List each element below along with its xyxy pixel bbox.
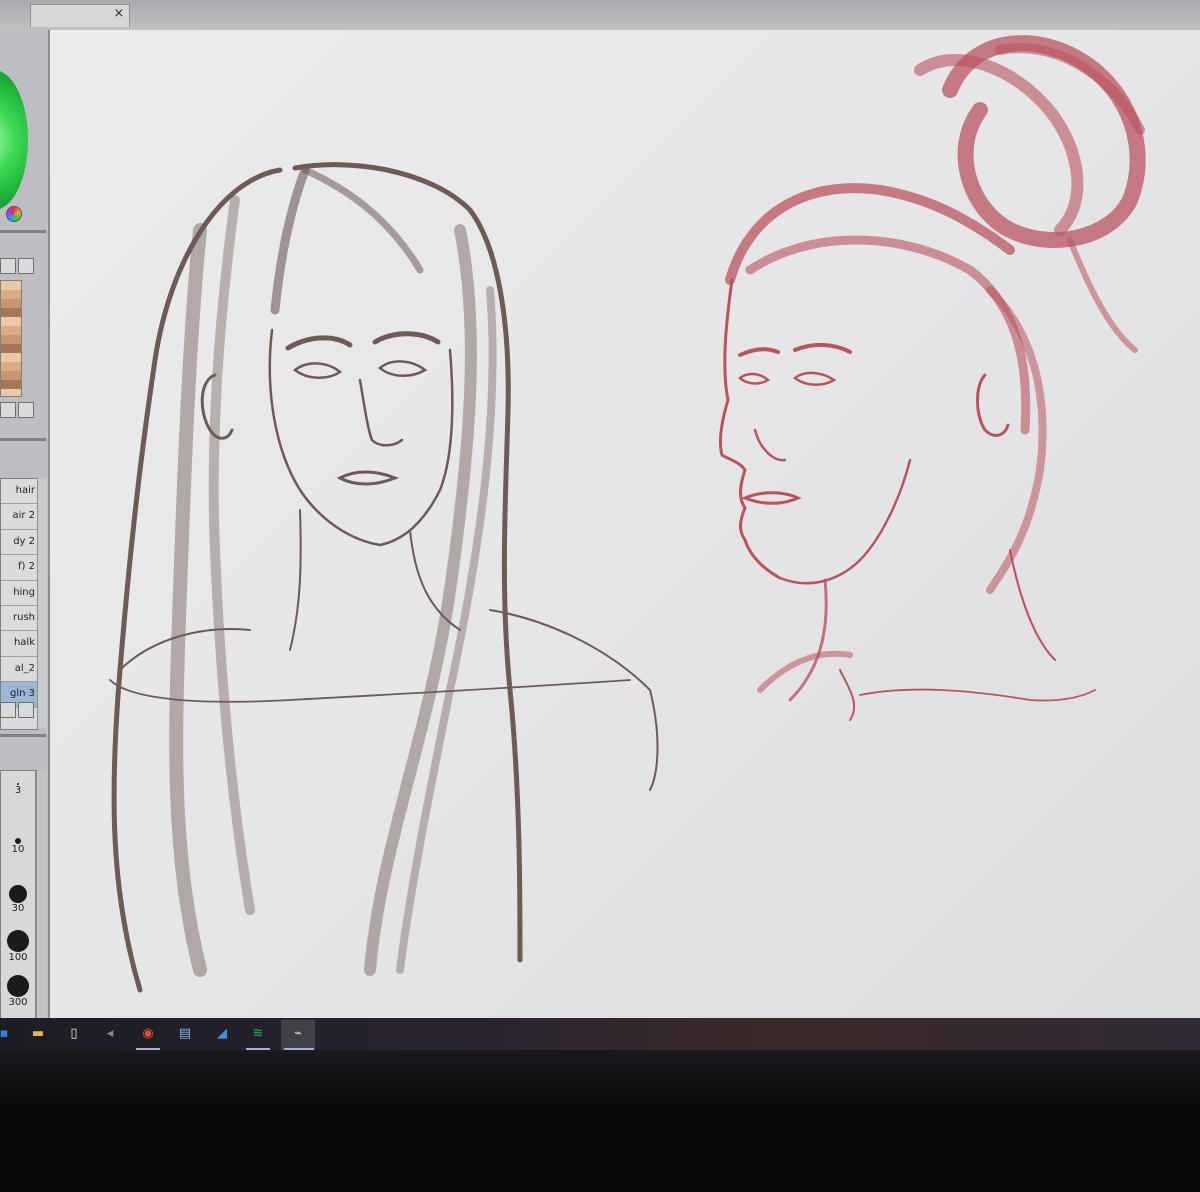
paint-tool-sai-icon[interactable]: ⌁ [288, 1024, 308, 1044]
start-icon[interactable]: ▪ [0, 1024, 14, 1044]
shoulder [119, 628, 251, 671]
collarbone [839, 669, 856, 721]
panel-divider [0, 230, 46, 233]
monitor-screen: × hair air 2 dy 2 f) 2 hing rush halk al… [0, 0, 1200, 1050]
new-layer-icon[interactable] [0, 702, 16, 718]
brush-size-option[interactable]: 300 [1, 975, 35, 1016]
notepad-icon[interactable]: ▤ [175, 1024, 195, 1044]
layer-item[interactable]: hing [1, 581, 37, 606]
brush-dot [7, 975, 29, 997]
layer-scrollbar[interactable] [37, 478, 47, 728]
collar [109, 679, 631, 703]
hair-stroke [1067, 237, 1138, 353]
panel-divider [0, 438, 46, 441]
palette-add-icon[interactable] [0, 258, 16, 274]
layer-item[interactable]: al_2 [1, 657, 37, 683]
right-portrait-sketch [718, 35, 1146, 721]
trash-icon[interactable] [18, 402, 34, 418]
chrome-icon[interactable]: ◉ [138, 1024, 158, 1044]
neck [788, 578, 828, 702]
brush-size-label: 3 [14, 785, 22, 796]
brush-size-list: 3 10 30 100 300 1000 [0, 770, 36, 1050]
layer-item[interactable]: f) 2 [1, 555, 37, 581]
eye-right [792, 371, 837, 386]
hair-stroke [169, 223, 207, 977]
face-outline [268, 328, 454, 547]
document-tab-bar: × [0, 0, 1200, 31]
hair-bun [942, 35, 1146, 248]
mouth [336, 470, 400, 486]
brow-left [738, 347, 780, 357]
brush-dot [7, 930, 29, 952]
neck [289, 509, 302, 651]
brush-size-label: 300 [8, 997, 28, 1008]
hair-part [270, 165, 310, 315]
tool-panel: hair air 2 dy 2 f) 2 hing rush halk al_2… [0, 30, 50, 1050]
file-explorer-icon[interactable]: ▬ [28, 1024, 48, 1044]
brow-right [372, 331, 441, 345]
delete-layer-icon[interactable] [18, 702, 34, 718]
nose [358, 378, 404, 447]
brush-size-option[interactable]: 30 [1, 885, 35, 926]
shoulder-line [859, 688, 1096, 702]
hair-stroke [292, 162, 523, 963]
hair-stroke [301, 166, 424, 274]
jawline [778, 458, 912, 585]
spotify-icon[interactable]: ≋ [248, 1024, 268, 1044]
hair-stroke [745, 235, 1031, 435]
layer-item[interactable]: halk [1, 631, 37, 657]
left-portrait-sketch [109, 162, 659, 993]
brush-size-label: 30 [11, 903, 25, 914]
eye-left [292, 362, 343, 379]
document-icon[interactable]: ▯ [64, 1024, 84, 1044]
brush-size-option[interactable]: 100 [1, 930, 35, 971]
palette-delete-icon[interactable] [18, 258, 34, 274]
brush-size-label: 10 [11, 844, 25, 855]
eye-right [378, 360, 428, 377]
portrait-sketches [109, 35, 1146, 993]
panel-divider [0, 734, 46, 737]
ear [976, 373, 1010, 437]
layer-list: hair air 2 dy 2 f) 2 hing rush halk al_2… [0, 478, 38, 730]
brush-size-option[interactable]: 3 [1, 783, 35, 824]
mouth [740, 491, 802, 505]
brush-size-label: 100 [8, 952, 28, 963]
hair-stroke [208, 195, 255, 915]
brush-dot [9, 885, 27, 903]
brow-left [285, 335, 353, 351]
brush-scrollbar[interactable] [36, 770, 47, 1020]
nose [753, 428, 787, 462]
layer-item[interactable]: air 2 [1, 504, 37, 530]
color-wheel[interactable] [0, 70, 28, 210]
app-blue-icon[interactable]: ◢ [212, 1024, 232, 1044]
face-profile [718, 278, 782, 580]
brow-right [793, 343, 852, 354]
swatch-add-icon[interactable] [0, 402, 16, 418]
windows-taskbar: ▪ ▬ ▯ ◂ ◉ ▤ ◢ ≋ ⌁ [0, 1018, 1200, 1050]
shoulder-shading [757, 650, 853, 693]
close-tab-icon[interactable]: × [112, 7, 126, 21]
eye-left [738, 372, 771, 385]
monitor-bezel [0, 1050, 1200, 1192]
brush-size-option[interactable]: 10 [1, 838, 35, 879]
speaker-icon[interactable]: ◂ [100, 1024, 120, 1044]
drawing-canvas[interactable] [50, 30, 1200, 1018]
layer-item[interactable]: dy 2 [1, 530, 37, 556]
layer-item[interactable]: hair [1, 479, 37, 505]
color-swatches[interactable] [0, 280, 22, 397]
layer-item[interactable]: rush [1, 606, 37, 632]
neck [1009, 549, 1056, 661]
color-mode-icon[interactable] [6, 206, 22, 222]
